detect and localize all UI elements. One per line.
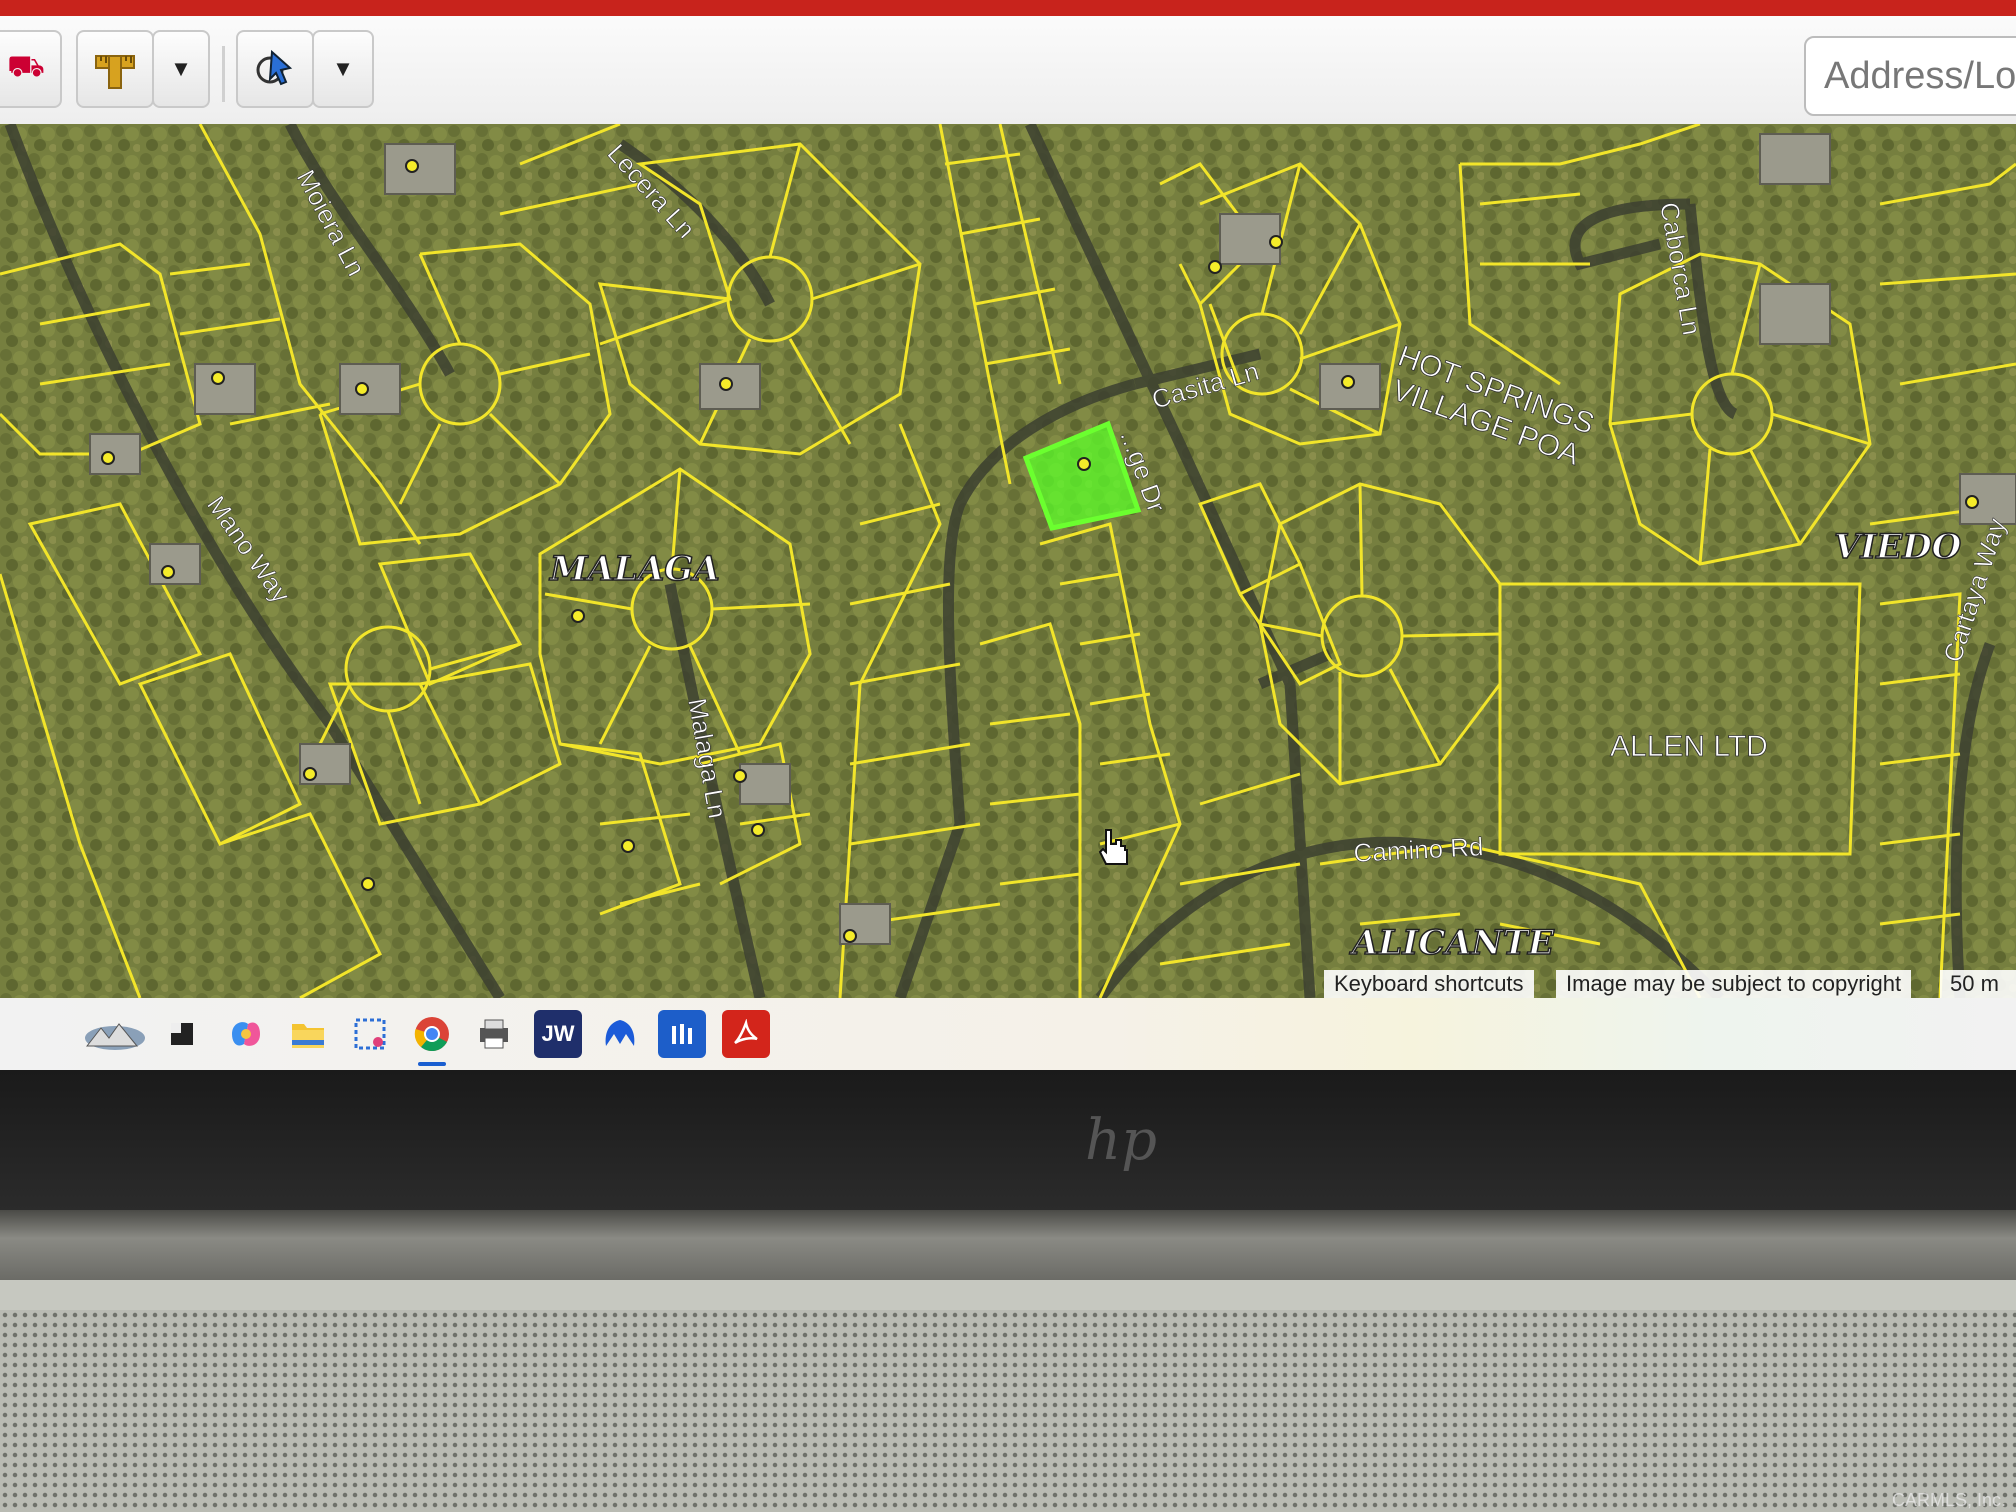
map-scale[interactable]: 50 m (1940, 970, 2016, 998)
select-cursor-icon (256, 49, 293, 86)
chrome-icon[interactable] (408, 1010, 456, 1066)
jw-icon[interactable]: JW (534, 1010, 582, 1058)
copilot-icon[interactable] (222, 1010, 270, 1058)
app-icon[interactable] (658, 1010, 706, 1058)
owner-label-allen-ltd: ALLEN LTD (1610, 730, 1768, 763)
watermark: CARMLS, Inc. (1891, 1490, 2006, 1510)
window-title-bar (0, 0, 2016, 16)
subdivision-label-malaga: MALAGA (549, 549, 720, 589)
address-search-input[interactable]: Address/Loc (1804, 36, 2016, 116)
select-tool-button[interactable] (236, 30, 314, 108)
copyright-notice[interactable]: Image may be subject to copyright (1556, 970, 1912, 998)
laptop-hinge (0, 1210, 2016, 1280)
file-explorer-icon[interactable] (284, 1010, 332, 1058)
print-button[interactable]: ⛟ (0, 30, 62, 108)
malwarebytes-icon[interactable] (596, 1010, 644, 1058)
task-view-icon[interactable] (158, 1010, 206, 1058)
selected-parcel-marker (1077, 457, 1091, 471)
car-icon: ⛟ (7, 50, 45, 83)
keyboard-shortcuts-link[interactable]: Keyboard shortcuts (1324, 970, 1534, 998)
subdivision-label-viedo: VIEDO (1834, 527, 1962, 567)
weather-icon[interactable] (74, 1010, 150, 1058)
laptop-deck-edge (0, 1280, 2016, 1310)
windows-taskbar: JW (0, 998, 2016, 1070)
snipping-tool-icon[interactable] (346, 1010, 394, 1058)
monitor-screen: ⛟ ▼ ▼ Address/Loc Moiera Ln Lecera Ln Ca… (0, 0, 2016, 1070)
subdivision-label-alicante: ALICANTE (1349, 923, 1555, 963)
map-toolbar: ⛟ ▼ ▼ Address/Loc (0, 16, 2016, 126)
measure-button[interactable] (76, 30, 154, 108)
select-tool-dropdown[interactable]: ▼ (312, 30, 374, 108)
measure-dropdown[interactable]: ▼ (152, 30, 210, 108)
hp-logo: hp (1085, 1108, 1157, 1173)
dropdown-arrow-icon: ▼ (332, 56, 354, 81)
parcel-map[interactable]: Moiera Ln Lecera Ln Casita Ln Caborca Ln… (0, 124, 2016, 998)
toolbar-divider (222, 46, 225, 102)
laptop-bezel (0, 1070, 2016, 1210)
acrobat-icon[interactable] (722, 1010, 770, 1058)
printer-icon[interactable] (470, 1010, 518, 1058)
speaker-grille (0, 1280, 2016, 1512)
dropdown-arrow-icon: ▼ (170, 56, 192, 81)
ruler-icon (95, 55, 135, 89)
